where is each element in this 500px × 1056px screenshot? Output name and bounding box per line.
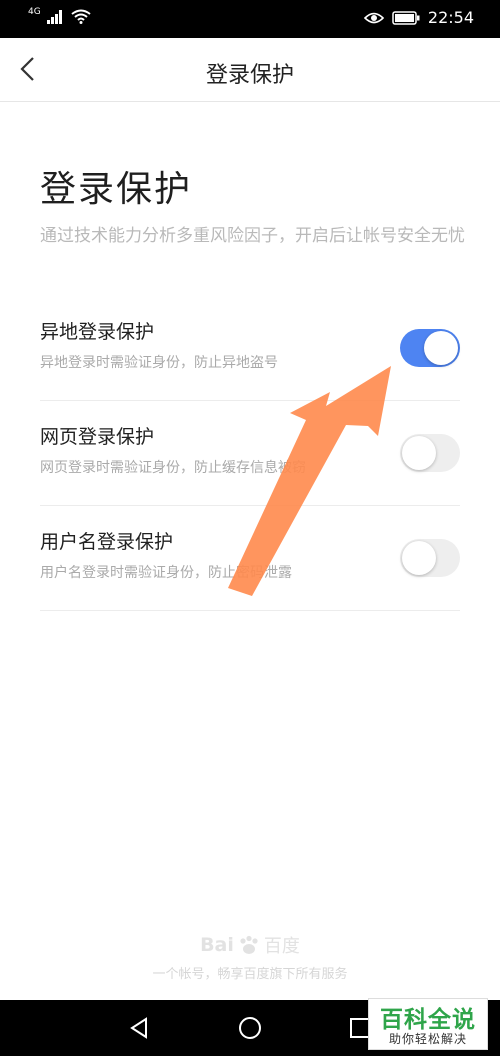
setting-row-web-login: 网页登录保护 网页登录时需验证身份，防止缓存信息被窃 xyxy=(40,400,460,506)
logo-cn: 百度 xyxy=(263,936,300,957)
toggle-switch-username-login[interactable] xyxy=(400,539,460,577)
setting-title: 网页登录保护 xyxy=(40,426,155,448)
setting-title: 异地登录保护 xyxy=(40,321,155,343)
watermark-top: 百科全说 xyxy=(380,1007,476,1033)
wifi-icon xyxy=(71,9,91,24)
status-right: 22:54 xyxy=(363,8,474,27)
nav-title: 登录保护 xyxy=(205,63,294,88)
battery-icon xyxy=(392,10,420,25)
setting-row-username-login: 用户名登录保护 用户名登录时需验证身份，防止密码泄露 xyxy=(40,505,460,611)
logo-text: Bai xyxy=(200,934,234,956)
toggle-switch-web-login[interactable] xyxy=(400,434,460,472)
setting-row-remote-login: 异地登录保护 异地登录时需验证身份，防止异地盗号 xyxy=(40,295,460,401)
nav-home-circle-icon[interactable] xyxy=(236,1014,264,1042)
setting-subtitle: 用户名登录时需验证身份，防止密码泄露 xyxy=(40,565,292,581)
toggle-knob xyxy=(424,331,458,365)
signal-icon xyxy=(46,9,62,24)
paw-icon xyxy=(240,935,258,954)
setting-subtitle: 异地登录时需验证身份，防止异地盗号 xyxy=(40,355,278,371)
setting-title: 用户名登录保护 xyxy=(40,531,174,553)
page-heading: 登录保护 xyxy=(40,169,193,210)
toggle-knob xyxy=(402,436,436,470)
toggle-switch-remote-login[interactable] xyxy=(400,329,460,367)
eye-icon xyxy=(363,12,384,23)
footer-slogan: 一个帐号，畅享百度旗下所有服务 xyxy=(152,967,348,982)
status-bar: 4G 22:54 xyxy=(0,0,500,38)
clock: 22:54 xyxy=(427,8,474,27)
setting-subtitle: 网页登录时需验证身份，防止缓存信息被窃 xyxy=(40,460,306,476)
navbar: 登录保护 xyxy=(0,38,500,102)
toggle-knob xyxy=(402,541,436,575)
watermark: 百科全说 助你轻松解决 xyxy=(368,998,488,1050)
nav-back-triangle-icon[interactable] xyxy=(126,1014,154,1042)
network-label: 4G xyxy=(28,6,41,17)
status-left: 4G xyxy=(28,6,91,24)
footer-logo: Bai 百度 xyxy=(0,932,500,958)
page-description: 通过技术能力分析多重风险因子，开启后让帐号安全无忧 xyxy=(40,226,465,246)
watermark-bottom: 助你轻松解决 xyxy=(388,1032,467,1046)
